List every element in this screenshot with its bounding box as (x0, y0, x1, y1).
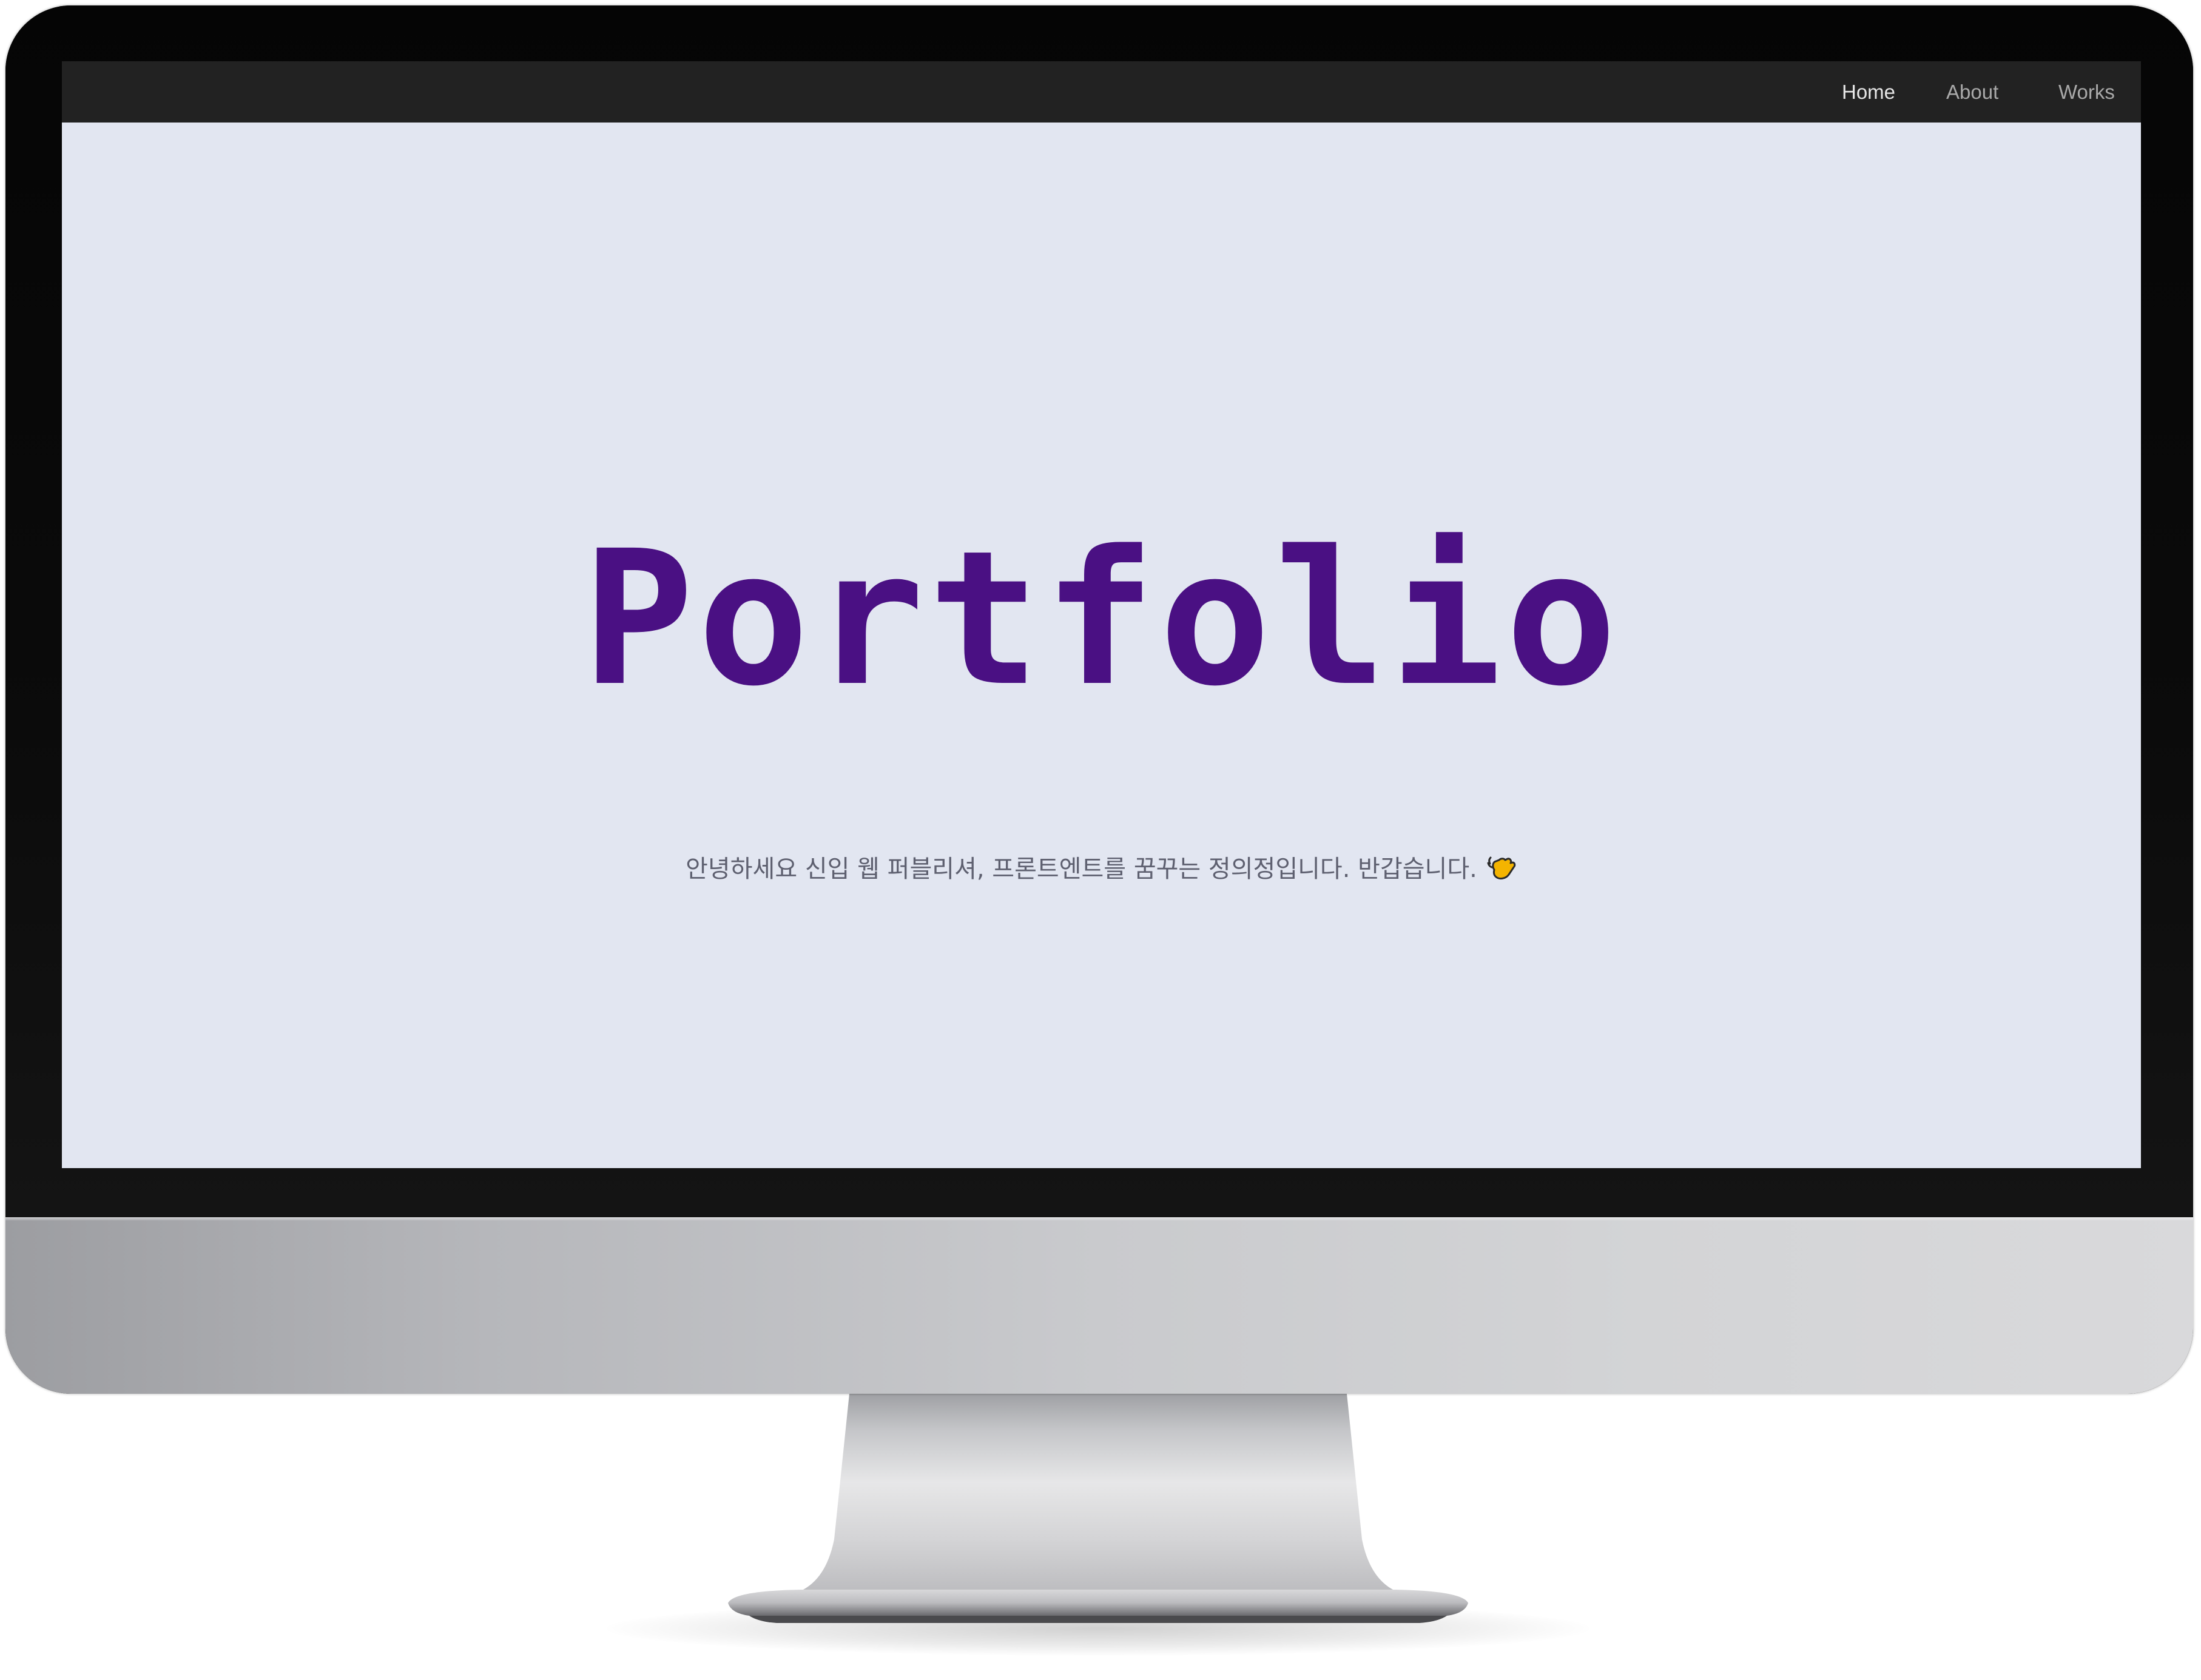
hero-title: Portfolio (582, 511, 1621, 727)
nav-link-home[interactable]: Home (1842, 61, 1895, 123)
monitor: Home About Works Portfolio 안녕하세요 신입 웹 퍼블… (5, 5, 2193, 1394)
website-screen: Home About Works Portfolio 안녕하세요 신입 웹 퍼블… (62, 61, 2141, 1168)
waving-hand-icon (1487, 856, 1516, 880)
top-navbar: Home About Works (62, 61, 2141, 123)
monitor-stand (722, 1394, 1474, 1630)
hero-subtitle: 안녕하세요 신입 웹 퍼블리셔, 프론트엔트를 꿈꾸는 정의정입니다. 반갑습니… (686, 855, 1477, 883)
monitor-chin (5, 1217, 2193, 1394)
device-mockup: Home About Works Portfolio 안녕하세요 신입 웹 퍼블… (0, 0, 2201, 1680)
nav-link-about[interactable]: About (1946, 61, 1998, 123)
hero-subtitle-row: 안녕하세요 신입 웹 퍼블리셔, 프론트엔트를 꿈꾸는 정의정입니다. 반갑습니… (62, 851, 2141, 887)
nav-link-works[interactable]: Works (2058, 61, 2115, 123)
monitor-stand-graphic (728, 1394, 1468, 1623)
